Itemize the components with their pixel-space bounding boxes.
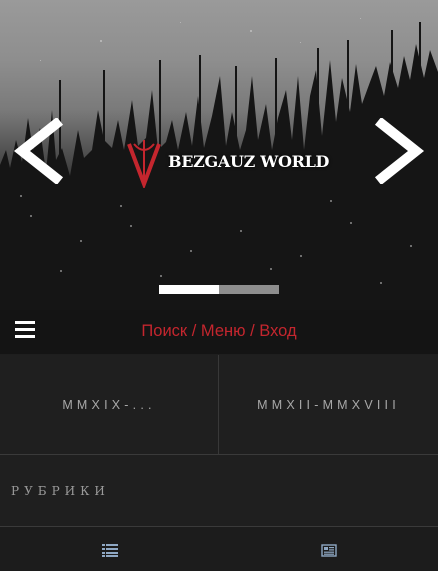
hero-slider: BEZGAUZ WORLD bbox=[0, 0, 438, 310]
slide-progress-bar bbox=[159, 285, 279, 294]
slide-progress-fill bbox=[159, 285, 219, 294]
nav-search-link[interactable]: Поиск bbox=[141, 322, 187, 340]
nav-separator: / bbox=[187, 322, 201, 340]
archive-link-mmxii-mmxviii[interactable]: MMXII-MMXVIII bbox=[219, 355, 438, 454]
nav-login-link[interactable]: Вход bbox=[259, 322, 296, 340]
bottom-bar bbox=[0, 527, 438, 571]
archive-link-mmxix[interactable]: MMXIX-... bbox=[0, 355, 218, 454]
next-slide-button[interactable] bbox=[374, 118, 426, 184]
brand-logo-link[interactable]: BEZGAUZ WORLD bbox=[126, 136, 329, 188]
brand-name: BEZGAUZ WORLD bbox=[168, 151, 330, 171]
prev-slide-button[interactable] bbox=[12, 118, 64, 184]
list-icon[interactable] bbox=[102, 544, 118, 557]
nav-menu-link[interactable]: Меню bbox=[201, 322, 246, 340]
nav-separator: / bbox=[245, 322, 260, 340]
categories-link[interactable]: РУБРИКИ bbox=[0, 455, 438, 526]
brand-v-logo-icon bbox=[127, 140, 161, 188]
top-navbar: Поиск / Меню / Вход bbox=[0, 310, 438, 354]
newspaper-icon[interactable] bbox=[321, 544, 337, 557]
nav-links: Поиск / Меню / Вход bbox=[0, 322, 438, 341]
